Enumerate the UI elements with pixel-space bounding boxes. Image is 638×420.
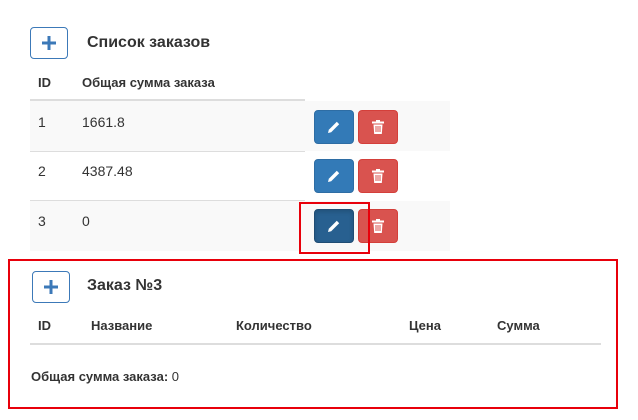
pencil-icon — [328, 121, 340, 133]
order-total-cell: 0 — [82, 213, 90, 229]
order-total-cell: 1661.8 — [82, 114, 125, 130]
column-header-id: ID — [38, 75, 51, 90]
trash-icon — [372, 219, 384, 233]
order-total-label: Общая сумма заказа: — [31, 369, 169, 384]
order-total-value: 0 — [171, 369, 180, 384]
order-total: Общая сумма заказа: 0 — [31, 369, 179, 384]
column-header-price: Цена — [409, 318, 441, 333]
trash-icon — [372, 120, 384, 134]
edit-order-button[interactable] — [314, 159, 354, 193]
order-id-cell: 2 — [38, 163, 46, 179]
add-order-button[interactable] — [30, 27, 68, 59]
order-total-cell: 4387.48 — [82, 163, 133, 179]
delete-order-button[interactable] — [358, 159, 398, 193]
add-item-button[interactable] — [32, 271, 70, 303]
plus-icon — [44, 280, 58, 294]
delete-order-button[interactable] — [358, 110, 398, 144]
order-detail-title: Заказ №3 — [87, 277, 163, 294]
edit-order-button[interactable] — [314, 110, 354, 144]
column-header-sum: Сумма — [497, 318, 540, 333]
column-header-order-total: Общая сумма заказа — [82, 75, 215, 90]
order-id-cell: 3 — [38, 213, 46, 229]
column-header-quantity: Количество — [236, 318, 312, 333]
column-header-id: ID — [38, 318, 51, 333]
column-header-name: Название — [91, 318, 153, 333]
trash-icon — [372, 169, 384, 183]
edit-button-highlight — [299, 202, 370, 254]
plus-icon — [42, 36, 56, 50]
pencil-icon — [328, 170, 340, 182]
table-header-divider — [30, 343, 601, 345]
order-id-cell: 1 — [38, 114, 46, 130]
orders-list-title: Список заказов — [87, 34, 211, 51]
